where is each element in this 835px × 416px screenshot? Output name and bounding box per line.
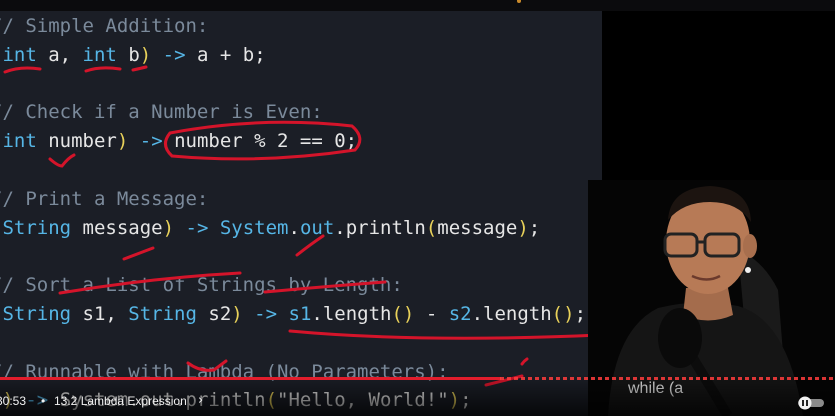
code-editor-panel: // Simple Addition:(int a, int b) -> a +… xyxy=(0,0,602,416)
code-token: // Check if a Number is Even: xyxy=(0,101,323,124)
code-token: ) xyxy=(231,302,243,325)
code-line: (int a, int b) -> a + b; xyxy=(0,41,586,70)
code-token: -> xyxy=(162,43,186,66)
code-token: String xyxy=(128,302,197,325)
code-token: s2 xyxy=(196,302,232,325)
code-token: String xyxy=(2,216,72,239)
code-token: a + b; xyxy=(185,43,266,66)
code-line: (String message) -> System.out.println(m… xyxy=(0,214,586,243)
video-frame[interactable]: // Simple Addition:(int a, int b) -> a +… xyxy=(0,0,835,416)
code-line: // Simple Addition: xyxy=(0,12,586,41)
code-token: number xyxy=(36,130,117,153)
code-token: String xyxy=(2,302,72,325)
code-token: a, xyxy=(36,43,83,66)
code-token: -> xyxy=(185,216,209,239)
code-token: message xyxy=(437,216,518,239)
code-token: () xyxy=(551,302,575,325)
code-token: s1 xyxy=(288,302,312,325)
code-token: -> xyxy=(139,130,163,153)
code-token: - xyxy=(414,302,449,325)
progress-bar[interactable] xyxy=(0,377,501,380)
code-line: // Check if a Number is Even: xyxy=(0,98,586,127)
code-token: ; xyxy=(574,302,587,325)
code-token: int xyxy=(82,43,117,66)
code-token: out xyxy=(299,216,335,239)
code-token: ( xyxy=(425,216,438,239)
code-token: b xyxy=(116,43,140,66)
code-token: int xyxy=(2,43,37,66)
code-token: System xyxy=(219,216,289,239)
code-token: () xyxy=(391,302,415,325)
code-line: // Print a Message: xyxy=(0,185,586,214)
progress-bar-buffer[interactable] xyxy=(500,377,835,380)
code-line: // Sort a List of Strings by Length: xyxy=(0,271,586,300)
code-line: (String s1, String s2) -> s1.length() - … xyxy=(0,300,586,329)
code-token: // Sort a List of Strings by Length: xyxy=(0,274,403,297)
code-token: s2 xyxy=(448,302,472,325)
code-token: // Simple Addition: xyxy=(0,15,209,37)
code-token: . xyxy=(288,216,300,239)
chapter-title[interactable]: 13.2 Lambda Expression xyxy=(54,394,187,408)
code-token: ) xyxy=(517,216,529,239)
code-token: .length xyxy=(311,302,392,325)
time-chapter-separator: • xyxy=(41,394,46,408)
code-token: .length xyxy=(471,302,552,325)
code-token: ; xyxy=(528,216,541,239)
time-display: 30:53 xyxy=(0,394,27,408)
code-token: s1, xyxy=(71,302,129,325)
code-block: // Simple Addition:(int a, int b) -> a +… xyxy=(0,12,586,415)
code-token: -> xyxy=(254,302,278,325)
code-token: message xyxy=(71,216,163,239)
autoplay-toggle[interactable] xyxy=(796,396,828,410)
code-token: ) xyxy=(139,43,152,66)
code-token: ) xyxy=(116,130,129,153)
code-token: .println xyxy=(334,216,426,239)
code-token: ) xyxy=(162,216,175,239)
top-edge-bar xyxy=(0,0,835,11)
code-token: // Print a Message: xyxy=(0,187,209,210)
code-token: number % 2 == 0; xyxy=(162,130,358,153)
chevron-right-icon[interactable]: › xyxy=(198,393,203,408)
cursor-marker xyxy=(517,0,521,3)
code-line: (int number) -> number % 2 == 0; xyxy=(0,127,586,156)
code-token: int xyxy=(2,130,37,153)
